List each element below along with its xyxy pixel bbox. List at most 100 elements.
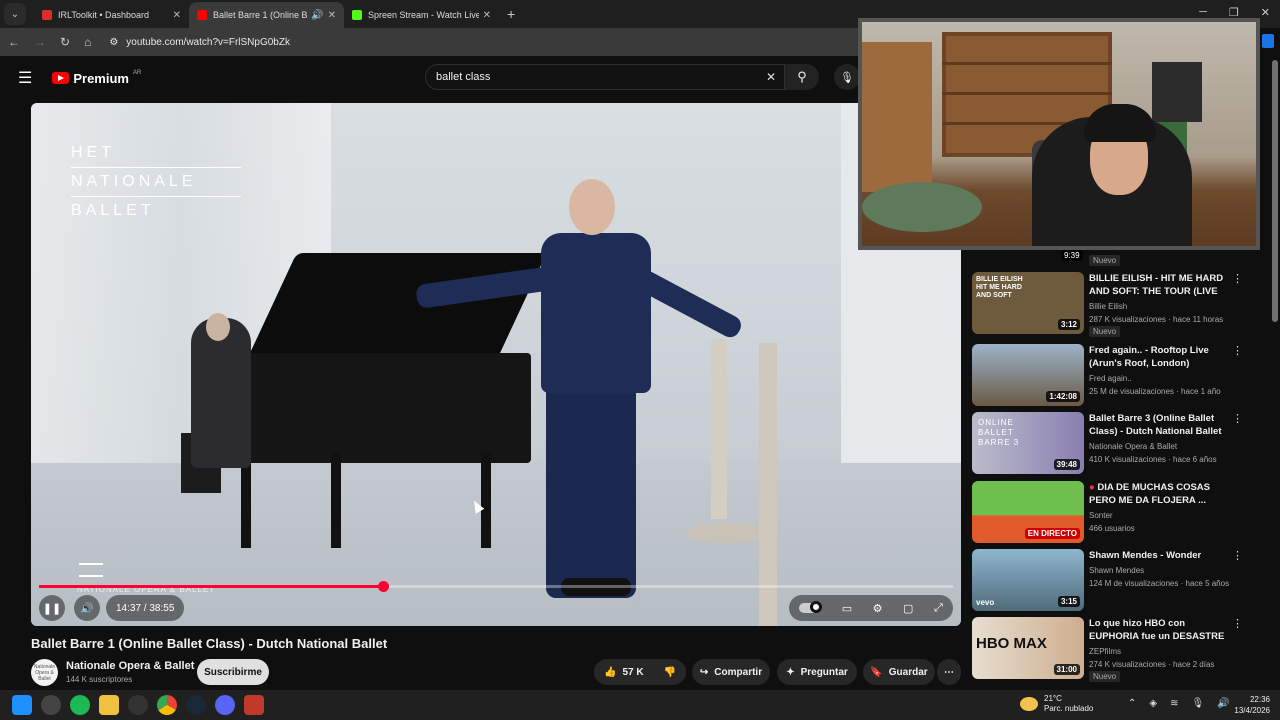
more-actions-button[interactable]: ⋯ bbox=[937, 659, 961, 685]
search-button[interactable]: ⚲ bbox=[785, 64, 819, 90]
video-channel: Sonter bbox=[1089, 511, 1113, 520]
more-options-icon[interactable]: ⋮ bbox=[1232, 617, 1243, 630]
video-thumbnail[interactable]: HBO MAX 31:00 bbox=[972, 617, 1084, 679]
app-icon[interactable] bbox=[244, 695, 264, 715]
region-code: AR bbox=[132, 70, 142, 76]
like-count[interactable]: 57 K bbox=[622, 667, 643, 678]
new-tab-button[interactable]: + bbox=[507, 6, 515, 22]
ask-button[interactable]: ✦ Preguntar bbox=[777, 659, 857, 685]
discord-icon[interactable] bbox=[215, 695, 235, 715]
close-tab-icon[interactable]: ✕ bbox=[173, 10, 181, 21]
wifi-icon[interactable]: ≋ bbox=[1170, 698, 1178, 709]
windows-start-icon[interactable] bbox=[12, 695, 32, 715]
subscribe-button[interactable]: Suscribirme bbox=[197, 659, 269, 685]
video-title[interactable]: BILLIE EILISH - HIT ME HARD AND SOFT: TH… bbox=[1089, 272, 1229, 300]
mic-icon[interactable]: 🎙 bbox=[1191, 698, 1204, 709]
share-button[interactable]: ↪ Compartir bbox=[692, 659, 770, 685]
taskbar-clock[interactable]: 22:36 13/4/2026 bbox=[1228, 694, 1270, 716]
youtube-premium-logo[interactable]: Premium AR bbox=[52, 70, 142, 86]
progress-scrubber[interactable] bbox=[377, 581, 389, 592]
video-channel: Billie Eilish bbox=[1089, 302, 1128, 311]
spotify-icon[interactable] bbox=[70, 695, 90, 715]
video-title[interactable]: Lo que hizo HBO con EUPHORIA fue un DESA… bbox=[1089, 617, 1229, 643]
youtube-play-icon bbox=[52, 72, 70, 84]
video-thumbnail[interactable]: 1:42:08 bbox=[972, 344, 1084, 406]
forward-icon[interactable]: → bbox=[34, 35, 46, 49]
reload-icon[interactable]: ↻ bbox=[60, 35, 70, 49]
recommended-video[interactable]: ONLINE BALLET BARRE 3 39:48 Ballet Barre… bbox=[970, 412, 1260, 476]
pause-button[interactable]: ❚❚ bbox=[39, 595, 65, 621]
video-duration: 39:48 bbox=[1053, 459, 1080, 470]
video-thumbnail[interactable]: EN DIRECTO bbox=[972, 481, 1084, 543]
more-options-icon[interactable]: ⋮ bbox=[1232, 272, 1243, 285]
extension-icon[interactable] bbox=[1262, 34, 1274, 48]
player-right-controls: ▭ ⚙ ▢ ⤢ bbox=[789, 595, 953, 621]
subtitles-icon[interactable]: ▭ bbox=[842, 602, 852, 615]
site-info-icon[interactable]: ⚙ bbox=[109, 37, 118, 48]
dislike-icon[interactable]: 👎 bbox=[664, 667, 676, 678]
page-scrollbar[interactable] bbox=[1272, 60, 1278, 322]
settings-icon[interactable]: ⚙ bbox=[873, 602, 883, 615]
more-options-icon[interactable]: ⋮ bbox=[1232, 549, 1243, 562]
recommended-video[interactable]: EN DIRECTO ● DIA DE MUCHAS COSAS PERO ME… bbox=[970, 481, 1260, 545]
app-icon[interactable] bbox=[41, 695, 61, 715]
clear-search-icon[interactable]: ✕ bbox=[766, 70, 776, 84]
recommended-video[interactable]: HBO MAX 31:00 Lo que hizo HBO con EUPHOR… bbox=[970, 617, 1260, 682]
recommended-video[interactable]: 1:42:08 Fred again.. - Rooftop Live (Aru… bbox=[970, 344, 1260, 408]
speaker-icon[interactable]: 🔊 bbox=[311, 10, 323, 21]
search-input[interactable]: ballet class ✕ bbox=[425, 64, 785, 90]
file-explorer-icon[interactable] bbox=[99, 695, 119, 715]
chevron-up-icon[interactable]: ⌃ bbox=[1128, 698, 1136, 709]
more-options-icon[interactable]: ⋮ bbox=[1232, 344, 1243, 357]
video-title[interactable]: Ballet Barre 3 (Online Ballet Class) - D… bbox=[1089, 412, 1229, 438]
live-badge: EN DIRECTO bbox=[1024, 528, 1080, 539]
video-title[interactable]: Shawn Mendes - Wonder bbox=[1089, 549, 1229, 562]
video-player[interactable]: HET NATIONALE BALLET NATIONALE OPERA & B… bbox=[31, 103, 961, 626]
volume-button[interactable]: 🔊 bbox=[74, 595, 100, 621]
save-button[interactable]: 🔖 Guardar bbox=[863, 659, 935, 685]
back-icon[interactable]: ← bbox=[8, 35, 20, 49]
close-tab-icon[interactable]: ✕ bbox=[483, 10, 491, 21]
volume-icon: 🔊 bbox=[80, 602, 94, 615]
like-icon[interactable]: 👍 bbox=[604, 667, 616, 678]
close-window-icon[interactable]: ✕ bbox=[1261, 6, 1270, 19]
home-icon[interactable]: ⌂ bbox=[84, 35, 91, 49]
chrome-icon[interactable] bbox=[157, 695, 177, 715]
close-tab-icon[interactable]: ✕ bbox=[328, 10, 336, 21]
video-duration: 31:00 bbox=[1053, 664, 1080, 675]
video-title[interactable]: ● DIA DE MUCHAS COSAS PERO ME DA FLOJERA… bbox=[1089, 481, 1229, 507]
address-bar: ← → ↻ ⌂ ⚙ youtube.com/watch?v=FrlSNpG0bZ… bbox=[0, 28, 860, 56]
fullscreen-icon[interactable]: ⤢ bbox=[934, 602, 943, 615]
url-text: youtube.com/watch?v=FrlSNpG0bZk bbox=[126, 36, 290, 48]
channel-name[interactable]: Nationale Opera & Ballet bbox=[66, 660, 194, 672]
autoplay-toggle[interactable] bbox=[799, 601, 823, 613]
shield-icon[interactable]: ◈ bbox=[1149, 698, 1157, 709]
video-thumbnail[interactable]: ONLINE BALLET BARRE 3 39:48 bbox=[972, 412, 1084, 474]
tab-kick[interactable]: Spreen Stream - Watch Live on ✕ bbox=[344, 2, 499, 28]
tab-youtube[interactable]: Ballet Barre 1 (Online Ballet 🔊 ✕ bbox=[189, 2, 344, 28]
video-title[interactable]: Fred again.. - Rooftop Live (Arun's Roof… bbox=[1089, 344, 1229, 370]
system-tray: ⌃ ◈ ≋ 🎙 🔊 bbox=[1128, 698, 1230, 709]
hamburger-icon[interactable]: ☰ bbox=[18, 68, 32, 88]
ask-label: Preguntar bbox=[800, 666, 848, 678]
video-thumbnail[interactable]: BILLIE EILISH HIT ME HARD AND SOFT 3:12 bbox=[972, 272, 1084, 334]
more-options-icon[interactable]: ⋮ bbox=[1232, 412, 1243, 425]
url-field[interactable]: ⚙ youtube.com/watch?v=FrlSNpG0bZk bbox=[109, 37, 290, 48]
new-badge: Nuevo bbox=[1089, 671, 1121, 682]
progress-bar[interactable] bbox=[39, 581, 953, 592]
recommended-video[interactable]: vevo 3:15 Shawn Mendes - Wonder Shawn Me… bbox=[970, 549, 1260, 613]
video-thumbnail[interactable]: vevo 3:15 bbox=[972, 549, 1084, 611]
channel-avatar[interactable]: Nationale Opera & Ballet bbox=[31, 659, 58, 686]
recommended-video[interactable]: BILLIE EILISH HIT ME HARD AND SOFT 3:12 … bbox=[970, 272, 1260, 337]
theater-mode-icon[interactable]: ▢ bbox=[903, 602, 913, 615]
weather-widget[interactable]: 21°C Parc. nublado bbox=[1020, 694, 1093, 714]
voice-search-button[interactable]: 🎙 bbox=[834, 64, 860, 90]
video-meta: 274 K visualizaciones · hace 2 días bbox=[1089, 660, 1215, 669]
video-duration: 3:15 bbox=[1057, 596, 1080, 607]
steam-icon[interactable] bbox=[186, 695, 206, 715]
tab-irltoolkit[interactable]: IRLToolkit • Dashboard ✕ bbox=[34, 2, 189, 28]
brand-rule bbox=[71, 196, 241, 197]
tab-search-icon[interactable]: ⌄ bbox=[4, 3, 26, 25]
4k-app-icon[interactable] bbox=[128, 695, 148, 715]
time-display: 14:37 / 38:55 bbox=[106, 595, 185, 621]
